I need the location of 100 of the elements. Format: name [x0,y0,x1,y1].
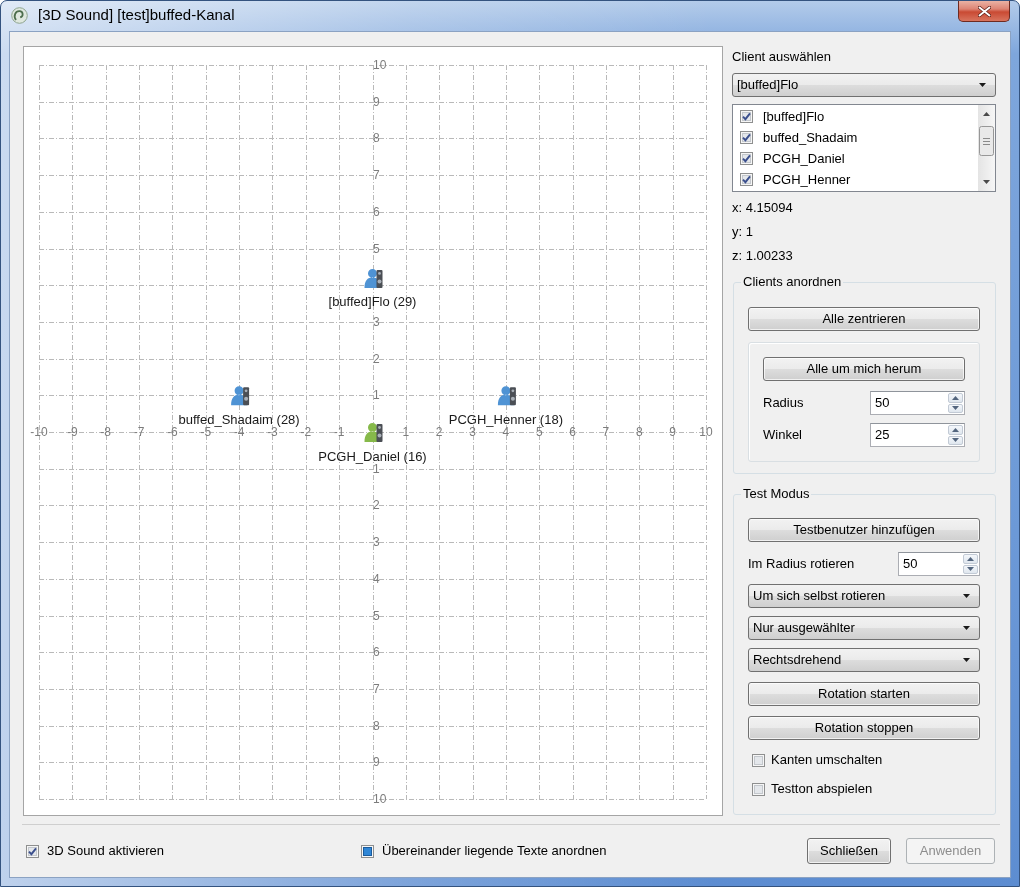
x-axis-label: 4 [502,425,510,439]
y-axis-label: 3 [373,535,380,550]
enable-3d-checkbox[interactable] [26,844,39,858]
close-icon [977,5,991,17]
spin-up-button[interactable] [948,425,963,435]
y-axis-label: 6 [373,645,380,660]
client-checkbox[interactable] [740,131,753,144]
y-axis-label: 8 [373,718,380,733]
x-axis-label: -5 [200,425,212,439]
center-all-button[interactable]: Alle zentrieren [748,307,980,331]
y-axis-label: 4 [373,571,380,586]
number-spinbox[interactable]: 25 [870,423,965,447]
test-tone-checkbox[interactable] [752,782,765,796]
rotate-radius-spinbox[interactable]: 50 [898,552,980,576]
y-axis-label: 7 [373,681,380,696]
x-axis-label: -2 [300,425,312,439]
down-arrow-icon [952,406,959,411]
client-checkbox[interactable] [740,173,753,186]
x-axis-label: -4 [233,425,245,439]
scroll-up-icon [983,112,990,116]
checkbox-label: Übereinander liegende Texte anordnen [382,843,607,859]
client-checkbox[interactable] [740,152,753,165]
x-axis-label: -10 [30,425,48,439]
y-axis-label: 1 [373,461,380,476]
y-axis-label: 9 [373,755,380,770]
group-title: Test Modus [742,486,811,502]
arrange-texts-checkbox[interactable] [361,844,374,858]
field-label: Im Radius rotieren [748,556,855,572]
y-axis-label: 7 [373,168,380,183]
down-arrow-icon [952,438,959,443]
y-axis-label: 2 [373,498,380,513]
client-label: [buffed]Flo (29) [328,294,417,310]
client-list-item[interactable]: PCGH_Daniel [763,150,845,167]
y-axis-label: 3 [373,314,380,329]
x-axis-label: 2 [435,425,443,439]
section-label: Client auswählen [732,48,832,66]
y-axis-label: 5 [373,608,380,623]
spin-up-button[interactable] [963,554,978,564]
user-icon[interactable] [364,268,383,288]
scrollbar-thumb[interactable] [979,126,994,156]
scroll-down-icon [983,180,990,184]
spin-down-button[interactable] [963,564,978,574]
x-axis-label: 7 [602,425,610,439]
spin-down-button[interactable] [948,435,963,445]
number-spinbox[interactable]: 50 [870,391,965,415]
y-axis-label: 8 [373,131,380,146]
client-dropdown[interactable]: [buffed]Flo [732,73,996,97]
client-label: PCGH_Henner (18) [448,411,563,427]
start-rotation-button[interactable]: Rotation starten [748,682,980,706]
field-label: Radius [763,395,804,411]
spin-down-button[interactable] [948,403,963,413]
checkbox-label: Kanten umschalten [771,752,883,768]
user-icon[interactable] [497,386,516,406]
down-arrow-icon [967,567,974,572]
x-axis-label: 10 [699,425,713,439]
up-arrow-icon [952,395,959,400]
field-label: Winkel [763,427,802,443]
caret-icon [963,658,970,662]
edges-checkbox[interactable] [752,753,765,767]
x-axis-label: 5 [535,425,543,439]
y-axis-label: 6 [373,204,380,219]
x-axis-label: -7 [133,425,145,439]
close-button[interactable] [958,1,1010,22]
stop-rotation-button[interactable]: Rotation stoppen [748,716,980,740]
selection-dropdown[interactable]: Nur ausgewählter [748,616,980,640]
x-axis-label: 1 [402,425,410,439]
user-icon[interactable] [231,386,250,406]
up-arrow-icon [952,427,959,432]
client-list-item[interactable]: PCGH_Henner [763,171,851,188]
x-axis-label: -9 [67,425,78,439]
y-axis-label: 10 [373,792,387,806]
x-axis-label: 8 [635,425,643,439]
self-rotation-dropdown[interactable]: Um sich selbst rotieren [748,584,980,608]
x-axis-label: 6 [569,425,576,439]
caret-icon [979,83,986,87]
y-axis-label: 1 [373,388,380,403]
user-icon[interactable] [364,423,383,442]
y-axis-label: 9 [373,94,380,109]
client-list-item[interactable]: buffed_Shadaim [763,129,858,146]
checkbox-label: 3D Sound aktivieren [47,843,165,859]
x-axis-label: 9 [669,425,676,439]
x-axis-label: -8 [100,425,112,439]
y-axis-label: 5 [373,241,380,256]
client-list-item[interactable]: [buffed]Flo [763,108,825,125]
add-test-user-button[interactable]: Testbenutzer hinzufügen [748,518,980,542]
spin-up-button[interactable] [948,393,963,403]
coordinate-text: y: 1 [732,223,754,241]
group-title: Clients anordnen [742,274,843,290]
app-icon [11,6,28,24]
arrange-around-button[interactable]: Alle um mich herum [763,357,965,381]
caret-icon [963,594,970,598]
y-axis-label: 2 [373,351,380,366]
direction-dropdown[interactable]: Rechtsdrehend [748,648,980,672]
coordinate-text: z: 1.00233 [732,247,794,265]
x-axis-label: 3 [469,425,476,439]
close-dialog-button[interactable]: Schließen [807,838,891,864]
client-checkbox[interactable] [740,110,753,123]
window-title: [3D Sound] [test]buffed-Kanal [38,6,235,24]
x-axis-label: -1 [333,425,345,439]
checkbox-label: Testton abspielen [771,781,873,797]
